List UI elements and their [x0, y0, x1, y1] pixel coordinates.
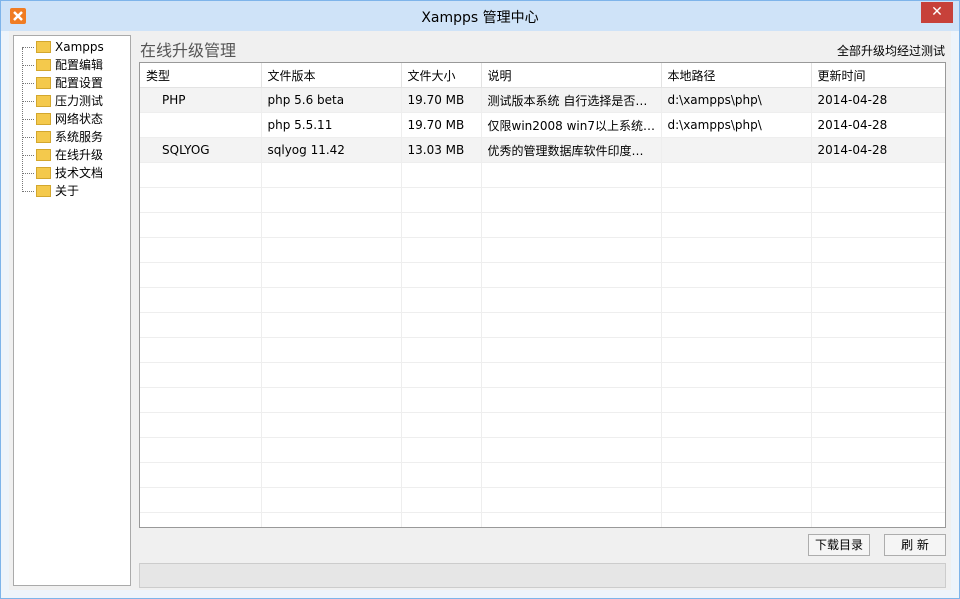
column-header-local-path[interactable]: 本地路径	[661, 63, 812, 88]
app-window: Xampps 管理中心 ✕ Xampps 配置编辑 配置设置 压力测试 网络状态…	[0, 0, 960, 599]
cell-version: php 5.5.11	[261, 112, 402, 138]
folder-icon	[36, 76, 51, 89]
tree-item-label: Xampps	[55, 40, 104, 54]
empty-row	[140, 512, 945, 527]
folder-icon	[36, 112, 51, 125]
tree-item-network-status[interactable]: 网络状态	[22, 110, 103, 128]
cell-update-time: 2014-04-28	[811, 87, 945, 113]
cell-update-time: 2014-04-28	[811, 137, 945, 163]
empty-row	[140, 387, 945, 413]
folder-icon	[36, 58, 51, 71]
empty-row	[140, 437, 945, 463]
tree-item-system-services[interactable]: 系统服务	[22, 128, 103, 146]
cell-version: sqlyog 11.42	[261, 137, 402, 163]
empty-row	[140, 262, 945, 288]
tree-item-label: 配置编辑	[55, 58, 104, 72]
cell-type: SQLYOG	[140, 137, 262, 163]
folder-icon	[36, 40, 51, 53]
tree-item-label: 压力测试	[55, 94, 104, 108]
table-header-row: 类型 文件版本 文件大小 说明 本地路径 更新时间	[140, 63, 945, 88]
empty-row	[140, 337, 945, 363]
column-header-type[interactable]: 类型	[140, 63, 262, 88]
tree-item-about[interactable]: 关于	[22, 182, 79, 200]
progress-bar	[139, 563, 946, 588]
cell-local-path: d:\xampps\php\	[661, 112, 812, 138]
download-dir-button[interactable]: 下载目录	[808, 534, 870, 556]
empty-row	[140, 487, 945, 513]
close-button[interactable]: ✕	[921, 2, 953, 23]
cell-local-path: d:\xampps\php\	[661, 87, 812, 113]
cell-description: 测试版本系统 自行选择是否…	[481, 87, 662, 113]
cell-description: 优秀的管理数据库软件印度…	[481, 137, 662, 163]
tree-item-label: 系统服务	[55, 130, 104, 144]
tree-item-label: 关于	[55, 184, 80, 198]
panel-title: 在线升级管理	[140, 41, 237, 60]
tree-item-label: 网络状态	[55, 112, 104, 126]
empty-row	[140, 462, 945, 488]
empty-row	[140, 362, 945, 388]
tree-item-online-upgrade[interactable]: 在线升级	[22, 146, 103, 164]
folder-icon	[36, 166, 51, 179]
title-bar[interactable]: Xampps 管理中心 ✕	[1, 1, 959, 31]
cell-description: 仅限win2008 win7以上系统…	[481, 112, 662, 138]
tree-item-config-settings[interactable]: 配置设置	[22, 74, 103, 92]
empty-row	[140, 287, 945, 313]
status-text: 全部升级均经过测试	[836, 44, 945, 58]
cell-version: php 5.6 beta	[261, 87, 402, 113]
window-title: Xampps 管理中心	[421, 10, 539, 26]
empty-row	[140, 187, 945, 213]
upgrade-table[interactable]: 类型 文件版本 文件大小 说明 本地路径 更新时间 PHP php 5.6 be…	[139, 62, 946, 528]
cell-size: 13.03 MB	[401, 137, 482, 163]
folder-icon	[36, 130, 51, 143]
column-header-update-time[interactable]: 更新时间	[811, 63, 945, 88]
tree-item-stress-test[interactable]: 压力测试	[22, 92, 103, 110]
empty-row	[140, 237, 945, 263]
folder-icon	[36, 184, 51, 197]
tree-item-label: 配置设置	[55, 76, 104, 90]
refresh-button[interactable]: 刷 新	[884, 534, 946, 556]
column-header-description[interactable]: 说明	[481, 63, 662, 88]
table-row[interactable]: php 5.5.11 19.70 MB 仅限win2008 win7以上系统… …	[140, 112, 945, 138]
nav-tree: Xampps 配置编辑 配置设置 压力测试 网络状态 系统服务 在线升级 技术文…	[13, 35, 131, 586]
cell-update-time: 2014-04-28	[811, 112, 945, 138]
table-row[interactable]: SQLYOG sqlyog 11.42 13.03 MB 优秀的管理数据库软件印…	[140, 137, 945, 163]
tree-item-xampps[interactable]: Xampps	[22, 38, 104, 56]
folder-icon	[36, 148, 51, 161]
empty-row	[140, 412, 945, 438]
tree-item-tech-docs[interactable]: 技术文档	[22, 164, 103, 182]
tree-item-label: 在线升级	[55, 148, 104, 162]
column-header-size[interactable]: 文件大小	[401, 63, 482, 88]
tree-item-config-edit[interactable]: 配置编辑	[22, 56, 103, 74]
empty-row	[140, 162, 945, 188]
empty-row	[140, 312, 945, 338]
empty-row	[140, 212, 945, 238]
table-row[interactable]: PHP php 5.6 beta 19.70 MB 测试版本系统 自行选择是否……	[140, 87, 945, 113]
column-header-version[interactable]: 文件版本	[261, 63, 402, 88]
cell-type	[140, 112, 262, 138]
cell-local-path	[661, 137, 812, 163]
cell-type: PHP	[140, 87, 262, 113]
client-area: Xampps 配置编辑 配置设置 压力测试 网络状态 系统服务 在线升级 技术文…	[9, 31, 951, 590]
cell-size: 19.70 MB	[401, 112, 482, 138]
folder-icon	[36, 94, 51, 107]
tree-item-label: 技术文档	[55, 166, 104, 180]
cell-size: 19.70 MB	[401, 87, 482, 113]
